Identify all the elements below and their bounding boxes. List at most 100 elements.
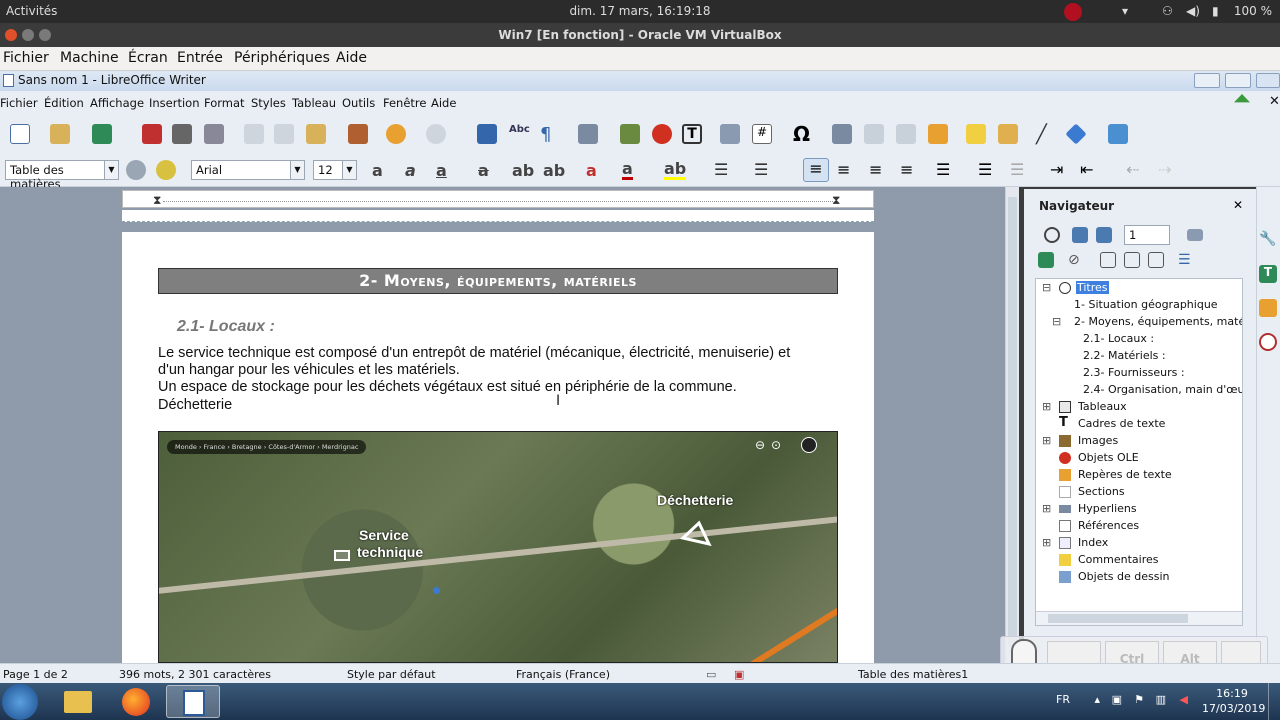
- navigator-deck-icon[interactable]: [1259, 333, 1277, 351]
- insert-mode-icon[interactable]: ▭: [706, 668, 716, 681]
- content-view-icon[interactable]: [1038, 252, 1054, 268]
- find-replace-icon[interactable]: [477, 124, 497, 144]
- language-indicator[interactable]: FR: [1056, 693, 1070, 706]
- record-icon[interactable]: [1064, 3, 1082, 21]
- chevron-down-icon[interactable]: ▼: [290, 161, 304, 179]
- scrollbar-thumb[interactable]: [1048, 614, 1188, 623]
- strikethrough-icon[interactable]: a: [478, 161, 489, 180]
- vbox-menu-aide[interactable]: Aide: [336, 50, 367, 66]
- tree-item-heading-2-1[interactable]: 2.1- Locaux :: [1083, 332, 1154, 345]
- tray-date[interactable]: 17/03/2019: [1202, 702, 1265, 715]
- insert-page-break-icon[interactable]: [720, 124, 740, 144]
- tree-expander-heading-2[interactable]: ⊟: [1052, 315, 1061, 328]
- vbox-menu-peripheriques[interactable]: Périphériques: [234, 50, 330, 66]
- footnote-icon[interactable]: [864, 124, 884, 144]
- formatting-marks-icon[interactable]: ¶: [540, 124, 560, 145]
- drag-mode-icon[interactable]: [1187, 229, 1203, 241]
- close-document-icon[interactable]: ✕: [1269, 94, 1280, 109]
- vbox-menu-ecran[interactable]: Écran: [128, 50, 168, 66]
- body-line-1[interactable]: Le service technique est composé d'un en…: [158, 345, 790, 361]
- tree-item-heading-2-2[interactable]: 2.2- Matériels :: [1083, 349, 1166, 362]
- menu-fenetre[interactable]: Fenêtre: [383, 96, 426, 110]
- system-clock[interactable]: dim. 17 mars, 16:19:18: [0, 4, 1280, 18]
- minimize-window-button[interactable]: [22, 29, 34, 41]
- align-left-icon[interactable]: ≡: [803, 158, 829, 182]
- print-preview-icon[interactable]: [204, 124, 224, 144]
- tree-item-images[interactable]: Images: [1078, 434, 1118, 447]
- volume-muted-icon[interactable]: ◀: [1180, 693, 1188, 706]
- update-icon[interactable]: [1234, 94, 1250, 103]
- open-folder-icon[interactable]: [50, 124, 70, 144]
- print-icon[interactable]: [172, 124, 192, 144]
- line-spacing-icon[interactable]: ☰: [936, 160, 956, 180]
- tree-item-heading-2-3[interactable]: 2.3- Fournisseurs :: [1083, 366, 1185, 379]
- line-icon[interactable]: ╱: [1036, 124, 1056, 145]
- tree-item-tableaux[interactable]: Tableaux: [1078, 400, 1127, 413]
- menu-styles[interactable]: Styles: [251, 96, 286, 110]
- taskbar-explorer[interactable]: [50, 685, 104, 718]
- close-navigator-icon[interactable]: ✕: [1233, 198, 1243, 212]
- properties-icon[interactable]: 🔧: [1259, 231, 1277, 249]
- font-name-combo[interactable]: Arial ▼: [191, 160, 305, 180]
- menu-fichier[interactable]: Fichier: [0, 96, 38, 110]
- font-color-icon[interactable]: a: [622, 161, 633, 180]
- insert-textbox-icon[interactable]: T: [682, 124, 702, 144]
- tree-item-cadres[interactable]: Cadres de texte: [1078, 417, 1165, 430]
- maximize-window-button[interactable]: [39, 29, 51, 41]
- hyperlink-icon[interactable]: [832, 124, 852, 144]
- tree-item-heading-2[interactable]: 2- Moyens, équipements, matérie: [1074, 315, 1242, 328]
- highlight-icon[interactable]: ab: [664, 161, 687, 180]
- tree-item-heading-2-4[interactable]: 2.4- Organisation, main d'œuvre: [1083, 383, 1242, 396]
- body-line-2[interactable]: d'un hangar pour les véhicules et les ma…: [158, 362, 460, 378]
- menu-format[interactable]: Format: [204, 96, 245, 110]
- indent-marker-icon[interactable]: ⧗: [153, 193, 161, 208]
- horizontal-ruler[interactable]: ⧗ ⧗: [122, 190, 874, 208]
- body-line-4[interactable]: Déchetterie: [158, 397, 232, 413]
- export-pdf-icon[interactable]: [142, 124, 162, 144]
- right-to-left-icon[interactable]: ⇢: [1158, 160, 1178, 180]
- subscript-icon[interactable]: ab: [543, 161, 565, 180]
- tree-expander-index[interactable]: ⊞: [1042, 536, 1051, 549]
- status-word-count[interactable]: 396 mots, 2 301 caractères: [119, 668, 271, 681]
- navigation-down-icon[interactable]: [1096, 227, 1112, 243]
- clone-formatting-icon[interactable]: [348, 124, 368, 144]
- anchor-icon[interactable]: [1148, 252, 1164, 268]
- menu-affichage[interactable]: Affichage: [90, 96, 144, 110]
- bold-icon[interactable]: a: [372, 161, 383, 180]
- new-style-icon[interactable]: [156, 160, 176, 180]
- taskbar-writer[interactable]: [166, 685, 220, 718]
- network-icon[interactable]: ⚇: [1162, 4, 1173, 18]
- insert-image-icon[interactable]: [620, 124, 640, 144]
- heading-2[interactable]: 2- Moyens, équipements, matériels: [158, 268, 838, 294]
- redo-icon[interactable]: [426, 124, 446, 144]
- gallery-icon[interactable]: [1259, 299, 1277, 317]
- comment-icon[interactable]: [966, 124, 986, 144]
- tree-item-references[interactable]: Références: [1078, 519, 1139, 532]
- tree-item-hyperliens[interactable]: Hyperliens: [1078, 502, 1137, 515]
- status-language[interactable]: Français (France): [516, 668, 610, 681]
- decrease-indent-icon[interactable]: ⇤: [1080, 160, 1100, 180]
- tray-app-icon[interactable]: ▣: [1112, 693, 1122, 706]
- volume-icon[interactable]: ◀): [1186, 4, 1200, 18]
- vbox-menu-entree[interactable]: Entrée: [177, 50, 223, 66]
- tree-expander-images[interactable]: ⊞: [1042, 434, 1051, 447]
- increase-indent-icon[interactable]: ⇥: [1050, 160, 1070, 180]
- show-desktop-button[interactable]: [1268, 683, 1280, 720]
- shapes-icon[interactable]: [1065, 123, 1087, 145]
- italic-icon[interactable]: a: [405, 161, 416, 180]
- tray-time[interactable]: 16:19: [1202, 687, 1262, 700]
- chevron-down-icon[interactable]: ▼: [342, 161, 356, 179]
- status-section[interactable]: Table des matières1: [858, 668, 968, 681]
- undo-icon[interactable]: [386, 124, 406, 144]
- draw-functions-icon[interactable]: [1108, 124, 1128, 144]
- tree-expander-titres[interactable]: ⊟: [1042, 281, 1051, 294]
- menu-outils[interactable]: Outils: [342, 96, 375, 110]
- bullets-icon[interactable]: ☰: [714, 160, 734, 180]
- tree-expander-tableaux[interactable]: ⊞: [1042, 400, 1051, 413]
- bookmark-icon[interactable]: [928, 124, 948, 144]
- status-page-style[interactable]: Style par défaut: [347, 668, 436, 681]
- endnote-icon[interactable]: [896, 124, 916, 144]
- vbox-menu-fichier[interactable]: Fichier: [3, 50, 49, 66]
- document-modified-icon[interactable]: ▣: [734, 668, 744, 681]
- tree-expander-hyperliens[interactable]: ⊞: [1042, 502, 1051, 515]
